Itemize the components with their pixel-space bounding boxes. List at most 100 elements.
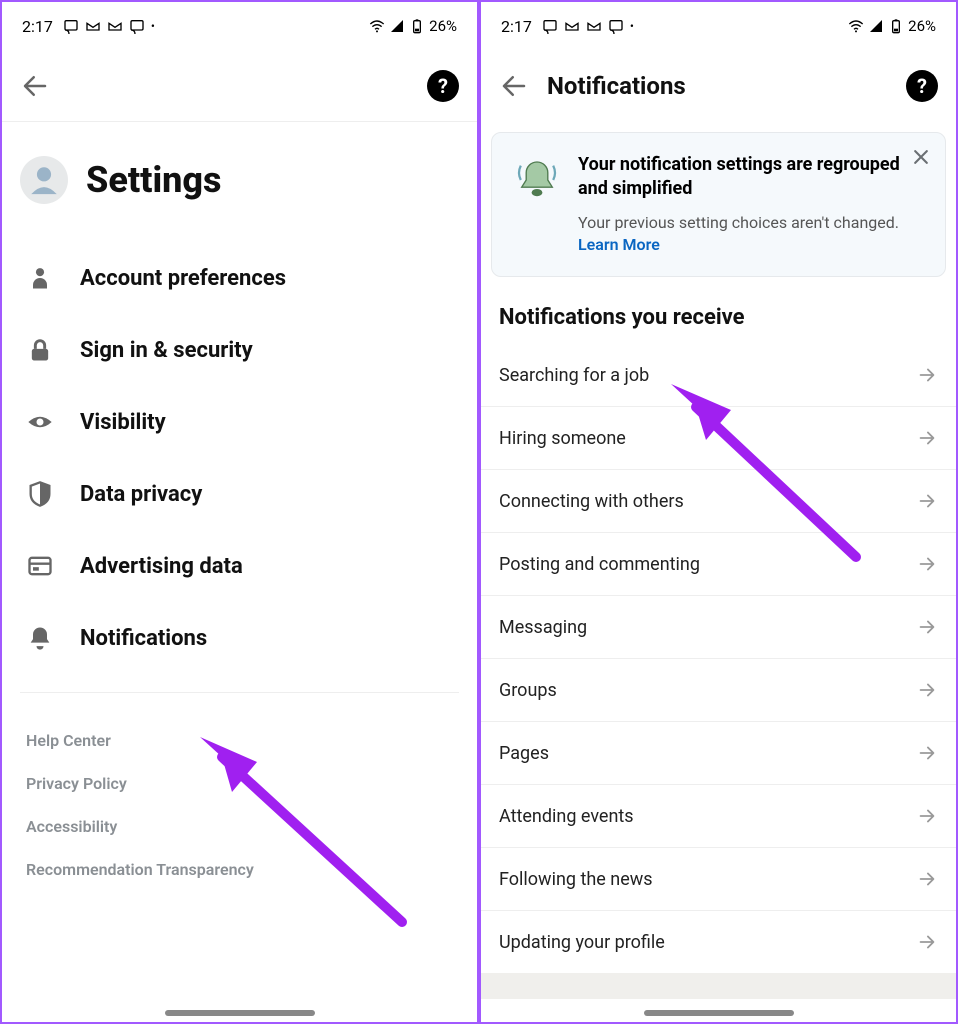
row-label: Attending events xyxy=(499,806,634,827)
mail-icon xyxy=(85,18,101,34)
screencast-icon-2 xyxy=(608,18,624,34)
status-bar: 2:17 • 26% xyxy=(2,2,477,50)
screencast-icon xyxy=(542,18,558,34)
row-label: Posting and commenting xyxy=(499,554,700,575)
status-left-icons: • xyxy=(542,18,634,34)
chevron-right-icon xyxy=(916,490,938,512)
menu-advertising-data[interactable]: Advertising data xyxy=(20,530,459,602)
status-right-icons: 26% xyxy=(369,17,457,35)
row-groups[interactable]: Groups xyxy=(481,659,956,722)
info-card: Your notification settings are regrouped… xyxy=(491,132,946,277)
status-bar: 2:17 • 26% xyxy=(481,2,956,50)
screencast-icon xyxy=(63,18,79,34)
back-button[interactable] xyxy=(20,71,50,101)
status-left-icons: • xyxy=(63,18,155,34)
row-pages[interactable]: Pages xyxy=(481,722,956,785)
chevron-right-icon xyxy=(916,868,938,890)
menu-label: Notifications xyxy=(80,626,207,651)
person-icon xyxy=(26,264,54,292)
signal-icon xyxy=(389,18,405,34)
app-bar: ? xyxy=(2,50,477,122)
page-title: Settings xyxy=(86,159,222,201)
chevron-right-icon xyxy=(916,805,938,827)
row-messaging[interactable]: Messaging xyxy=(481,596,956,659)
wifi-icon xyxy=(848,18,864,34)
menu-label: Account preferences xyxy=(80,266,286,291)
row-label: Pages xyxy=(499,743,549,764)
footer-links: Help Center Privacy Policy Accessibility… xyxy=(20,692,459,891)
row-label: Messaging xyxy=(499,617,587,638)
menu-label: Advertising data xyxy=(80,554,243,579)
battery-pct: 26% xyxy=(908,17,936,35)
settings-screen: 2:17 • 26% ? Setting xyxy=(0,0,479,1024)
close-button[interactable] xyxy=(911,147,931,167)
info-subtitle: Your previous setting choices aren't cha… xyxy=(578,212,903,257)
footer-privacy-policy[interactable]: Privacy Policy xyxy=(20,762,459,805)
row-label: Connecting with others xyxy=(499,491,684,512)
info-title: Your notification settings are regrouped… xyxy=(578,153,903,202)
status-time: 2:17 xyxy=(501,17,532,36)
chevron-right-icon xyxy=(916,553,938,575)
row-label: Groups xyxy=(499,680,557,701)
screencast-icon-2 xyxy=(129,18,145,34)
row-connecting[interactable]: Connecting with others xyxy=(481,470,956,533)
wifi-icon xyxy=(369,18,385,34)
avatar[interactable] xyxy=(20,156,68,204)
signal-icon xyxy=(868,18,884,34)
menu-sign-in-security[interactable]: Sign in & security xyxy=(20,314,459,386)
home-indicator[interactable] xyxy=(165,1010,315,1016)
mail-icon-2 xyxy=(107,18,123,34)
chevron-right-icon xyxy=(916,742,938,764)
menu-account-preferences[interactable]: Account preferences xyxy=(20,242,459,314)
row-label: Hiring someone xyxy=(499,428,626,449)
row-label: Updating your profile xyxy=(499,932,665,953)
bottom-strip xyxy=(481,973,956,999)
newspaper-icon xyxy=(26,552,54,580)
battery-pct: 26% xyxy=(429,17,457,35)
row-label: Searching for a job xyxy=(499,365,649,386)
learn-more-link[interactable]: Learn More xyxy=(578,235,660,254)
app-bar: Notifications ? xyxy=(481,50,956,122)
page-title: Notifications xyxy=(547,72,686,100)
shield-icon xyxy=(26,480,54,508)
status-dot: • xyxy=(630,19,634,33)
eye-icon xyxy=(26,408,54,436)
chevron-right-icon xyxy=(916,931,938,953)
chevron-right-icon xyxy=(916,427,938,449)
menu-label: Visibility xyxy=(80,410,166,435)
chevron-right-icon xyxy=(916,364,938,386)
battery-icon xyxy=(409,18,425,34)
footer-recommendation-transparency[interactable]: Recommendation Transparency xyxy=(20,848,459,891)
chevron-right-icon xyxy=(916,679,938,701)
row-attending-events[interactable]: Attending events xyxy=(481,785,956,848)
row-updating-profile[interactable]: Updating your profile xyxy=(481,911,956,973)
back-button[interactable] xyxy=(499,71,529,101)
row-hiring[interactable]: Hiring someone xyxy=(481,407,956,470)
bell-icon xyxy=(26,624,54,652)
help-button[interactable]: ? xyxy=(427,70,459,102)
row-searching-job[interactable]: Searching for a job xyxy=(481,344,956,407)
row-following-news[interactable]: Following the news xyxy=(481,848,956,911)
footer-help-center[interactable]: Help Center xyxy=(20,719,459,762)
battery-icon xyxy=(888,18,904,34)
menu-label: Sign in & security xyxy=(80,338,253,363)
footer-accessibility[interactable]: Accessibility xyxy=(20,805,459,848)
menu-label: Data privacy xyxy=(80,482,202,507)
mail-icon xyxy=(564,18,580,34)
lock-icon xyxy=(26,336,54,364)
menu-visibility[interactable]: Visibility xyxy=(20,386,459,458)
home-indicator[interactable] xyxy=(644,1010,794,1016)
menu-data-privacy[interactable]: Data privacy xyxy=(20,458,459,530)
menu-notifications[interactable]: Notifications xyxy=(20,602,459,674)
bell-illustration-icon xyxy=(510,153,564,207)
status-dot: • xyxy=(151,19,155,33)
status-time: 2:17 xyxy=(22,17,53,36)
status-right-icons: 26% xyxy=(848,17,936,35)
mail-icon-2 xyxy=(586,18,602,34)
notifications-screen: 2:17 • 26% Notifications ? xyxy=(479,0,958,1024)
chevron-right-icon xyxy=(916,616,938,638)
help-button[interactable]: ? xyxy=(906,70,938,102)
row-label: Following the news xyxy=(499,869,653,890)
row-posting-commenting[interactable]: Posting and commenting xyxy=(481,533,956,596)
section-heading: Notifications you receive xyxy=(481,287,956,344)
